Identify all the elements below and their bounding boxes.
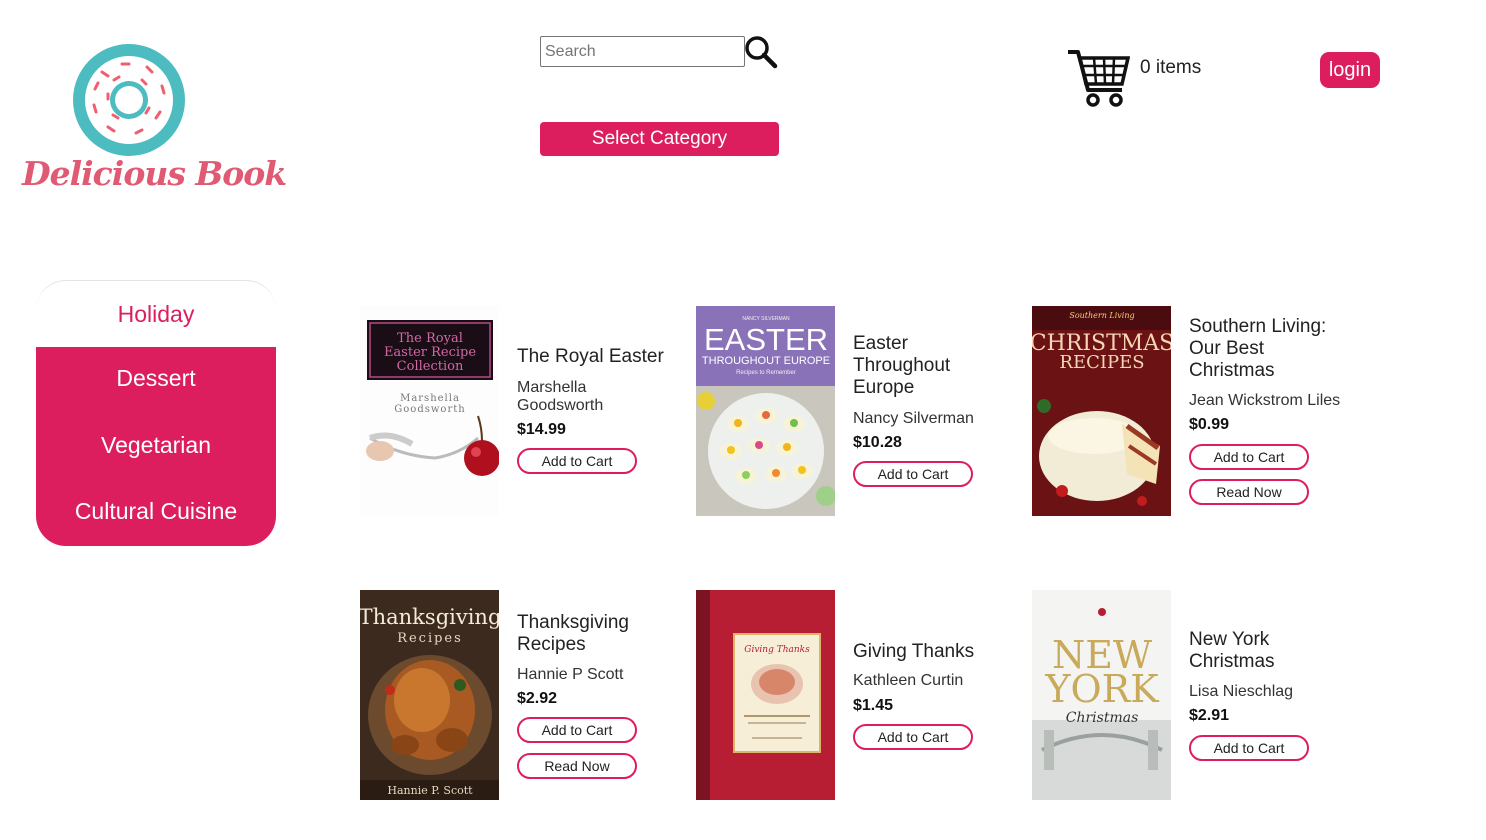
product-title[interactable]: The Royal Easter [517,346,677,368]
brand-name: Delicious Book [22,154,287,193]
cover-title-line: THROUGHOUT EUROPE [702,355,830,367]
product-price: $14.99 [517,421,566,438]
cover-title-line: The Royal [397,331,463,346]
product-author: Marshella Goodsworth [517,379,604,414]
cart-icon [1068,50,1131,107]
cover-title-line: Christmas [1066,710,1139,726]
book-cover[interactable]: The Royal Easter Recipe Collection Marsh… [360,306,499,516]
book-cover-art: NANCY SILVERMAN EASTER THROUGHOUT EUROPE… [696,306,835,516]
cover-title-line: Recipes [397,631,463,646]
product-author: Hannie P Scott [517,666,624,683]
book-cover-art: Giving Thanks [696,590,835,800]
cover-author-line: Goodsworth [394,404,465,415]
add-to-cart-button[interactable]: Add to Cart [517,448,637,474]
search-icon [745,36,778,69]
product-title[interactable]: Easter Throughout Europe [853,333,993,399]
cover-author-line: Hannie P. Scott [387,784,473,797]
product-price: $2.91 [1189,707,1230,724]
cover-title-line: Thanksgiving [360,605,499,629]
add-to-cart-button[interactable]: Add to Cart [853,461,973,487]
cover-title-line: Giving Thanks [744,645,810,655]
book-cover-art: Thanksgiving Recipes Hannie P. Scott [360,590,499,800]
book-cover-art: Southern Living CHRISTMAS RECIPES [1032,306,1171,516]
product-price: $1.45 [853,697,894,714]
product-price: $10.28 [853,434,902,451]
sidebar-menu-panel: Dessert Vegetarian Cultural Cuisine [36,347,276,546]
add-to-cart-button[interactable]: Add to Cart [853,724,973,750]
cover-title-line: Easter Recipe [384,345,476,360]
book-cover[interactable]: Thanksgiving Recipes Hannie P. Scott [360,590,499,800]
select-category-button[interactable]: Select Category [540,122,779,156]
book-cover[interactable]: Southern Living CHRISTMAS RECIPES [1032,306,1171,516]
cover-title-line: EASTER [704,322,828,357]
book-cover-art: The Royal Easter Recipe Collection Marsh… [360,306,499,516]
brand-logo[interactable]: Delicious Book [22,42,287,202]
sidebar-item-dessert[interactable]: Dessert [36,365,276,392]
search-input[interactable] [540,36,745,67]
product-title[interactable]: New York Christmas [1189,629,1339,673]
product-author: Lisa Nieschlag [1189,683,1294,700]
book-cover-art: NEW YORK Christmas [1032,590,1171,800]
search-button[interactable] [744,35,778,69]
book-cover[interactable]: NEW YORK Christmas [1032,590,1171,800]
cover-brand-line: Southern Living [1069,311,1134,320]
book-cover[interactable]: Giving Thanks [696,590,835,800]
sidebar-item-vegetarian[interactable]: Vegetarian [36,432,276,459]
read-now-button[interactable]: Read Now [517,753,637,779]
product-title[interactable]: Thanksgiving Recipes [517,612,667,656]
read-now-button[interactable]: Read Now [1189,479,1309,505]
cover-subtitle-line: Recipes to Remember [736,370,796,376]
cover-title-line: RECIPES [1059,352,1144,373]
add-to-cart-button[interactable]: Add to Cart [1189,444,1309,470]
product-title[interactable]: Giving Thanks [853,641,1003,663]
cover-title-line: YORK [1044,667,1159,711]
category-sidebar: Holiday Dessert Vegetarian Cultural Cuis… [36,280,276,546]
product-price: $2.92 [517,690,558,707]
cover-author-line: Marshella [400,393,460,404]
product-author: Kathleen Curtin [853,672,964,689]
add-to-cart-button[interactable]: Add to Cart [1189,735,1309,761]
add-to-cart-button[interactable]: Add to Cart [517,717,637,743]
cart-item-count: 0 items [1140,57,1202,78]
cover-title-line: Collection [397,359,464,374]
product-author: Jean Wickstrom Liles [1189,392,1341,409]
sidebar-item-cultural-cuisine[interactable]: Cultural Cuisine [36,498,276,525]
donut-logo-icon [73,44,185,156]
cart-button[interactable] [1066,46,1131,108]
product-author: Nancy Silverman [853,410,974,427]
book-cover[interactable]: NANCY SILVERMAN EASTER THROUGHOUT EUROPE… [696,306,835,516]
sidebar-item-holiday[interactable]: Holiday [36,280,276,347]
login-button[interactable]: login [1320,52,1380,88]
product-price: $0.99 [1189,416,1230,433]
product-title[interactable]: Southern Living: Our Best Christmas [1189,316,1349,382]
